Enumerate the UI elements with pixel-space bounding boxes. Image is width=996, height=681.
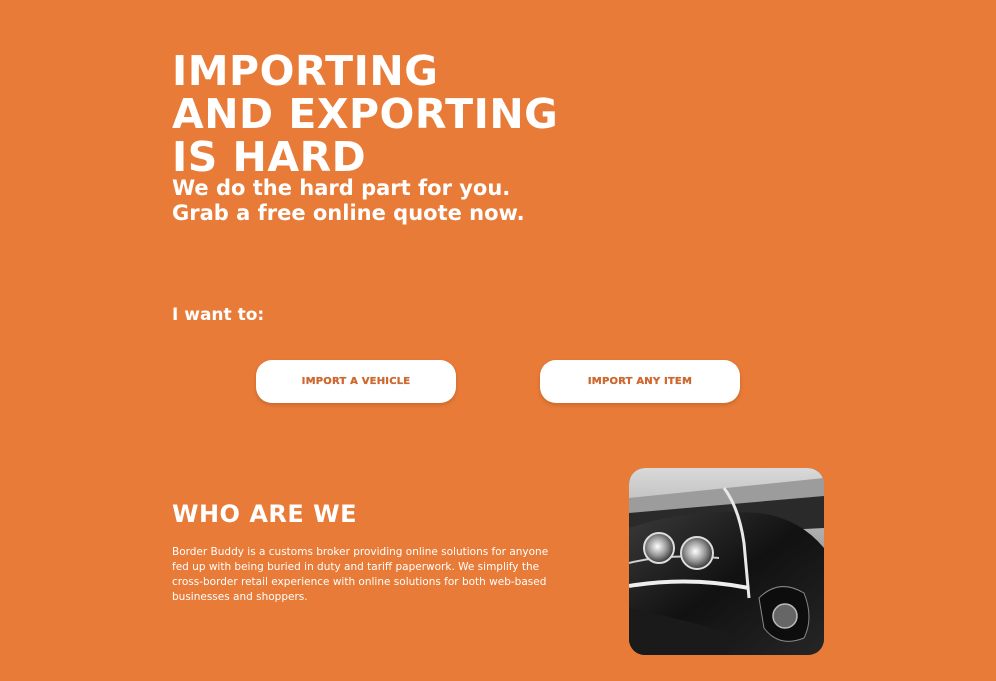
i-want-to-label: I want to: xyxy=(172,305,265,325)
hero-title-line-3: IS HARD xyxy=(172,133,367,181)
hero-title-line-1: IMPORTING xyxy=(172,47,439,95)
import-vehicle-button[interactable]: IMPORT A VEHICLE xyxy=(256,360,456,403)
who-are-we-description: Border Buddy is a customs broker providi… xyxy=(172,546,549,603)
who-are-we-heading: WHO ARE WE xyxy=(172,500,357,528)
hero-subtitle-line-1: We do the hard part for you. xyxy=(172,176,511,200)
hero-title-line-2: AND EXPORTING xyxy=(172,90,559,138)
classic-car-photo xyxy=(629,468,824,655)
car-image xyxy=(629,468,824,655)
hero-subtitle: We do the hard part for you. Grab a free… xyxy=(172,176,525,226)
import-vehicle-button-label: IMPORT A VEHICLE xyxy=(301,376,411,387)
import-item-button-label: IMPORT ANY ITEM xyxy=(587,376,693,387)
hero-title: IMPORTING AND EXPORTING IS HARD xyxy=(172,50,558,179)
hero-subtitle-line-2: Grab a free online quote now. xyxy=(172,201,525,225)
import-item-button[interactable]: IMPORT ANY ITEM xyxy=(540,360,740,403)
